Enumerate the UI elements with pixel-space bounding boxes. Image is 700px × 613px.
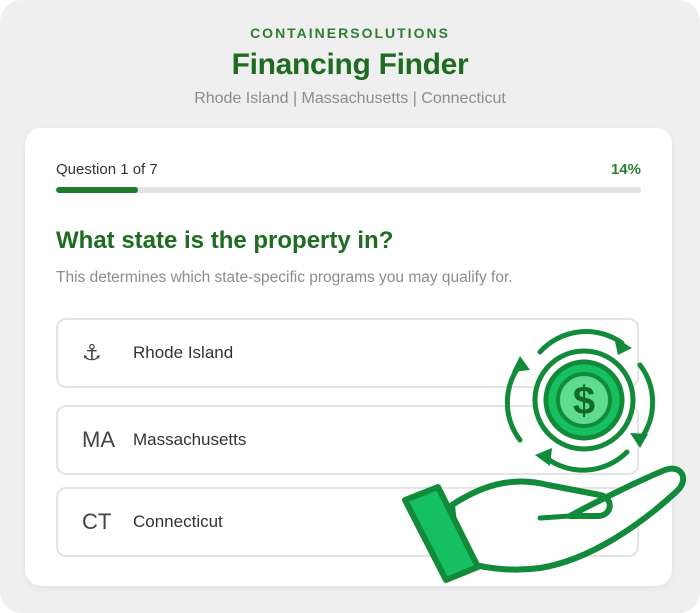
- ct-abbreviation: CT: [82, 509, 112, 534]
- option-label: Rhode Island: [133, 343, 234, 362]
- option-label: Massachusetts: [133, 430, 247, 449]
- ma-abbreviation: MA: [82, 427, 115, 452]
- question-title: What state is the property in?: [56, 227, 394, 254]
- finder-panel: CONTAINERSOLUTIONS Financing Finder Rhod…: [0, 0, 700, 613]
- page-subtitle: Rhode Island | Massachusetts | Connectic…: [194, 90, 506, 107]
- option-massachusetts[interactable]: MA Massachusetts: [56, 405, 639, 475]
- page-title: Financing Finder: [231, 48, 469, 81]
- anchor-icon: ⚓: [82, 340, 102, 365]
- question-help-text: This determines which state-specific pro…: [56, 269, 513, 286]
- progress-bar: [56, 187, 641, 193]
- progress-percent: 14%: [610, 161, 641, 178]
- question-counter: Question 1 of 7: [56, 161, 158, 178]
- option-rhode-island[interactable]: ⚓ Rhode Island: [56, 318, 639, 388]
- option-connecticut[interactable]: CT Connecticut: [56, 487, 639, 557]
- option-label: Connecticut: [133, 512, 223, 531]
- question-card: Question 1 of 7 14% What state is the pr…: [25, 128, 672, 586]
- progress-bar-fill: [56, 187, 138, 193]
- brand-name: CONTAINERSOLUTIONS: [250, 25, 450, 41]
